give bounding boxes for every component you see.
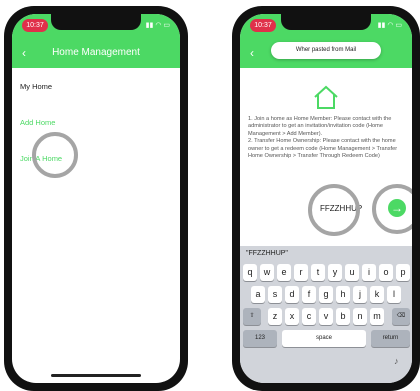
back-arrow-icon[interactable]: ‹: [22, 38, 26, 68]
key-s[interactable]: s: [268, 286, 282, 303]
left-phone: 10:37 ▮▮ ◠ ▭ ‹ Home Management My Home A…: [4, 6, 188, 391]
backspace-icon: ⌫: [396, 313, 406, 319]
right-phone: 10:37 ▮▮ ◠ ▭ ‹ Wher pasted from Mail 1. …: [232, 6, 420, 391]
status-bar: 10:37 ▮▮ ◠ ▭: [240, 14, 412, 38]
status-time: 10:37: [250, 19, 276, 32]
key-y[interactable]: y: [328, 264, 342, 281]
key-q[interactable]: q: [243, 264, 257, 281]
left-screen: 10:37 ▮▮ ◠ ▭ ‹ Home Management My Home A…: [12, 14, 180, 383]
page-title: Home Management: [52, 47, 140, 58]
list-item-my-home[interactable]: My Home: [20, 82, 52, 91]
numbers-key[interactable]: 123: [243, 330, 277, 347]
key-f[interactable]: f: [302, 286, 316, 303]
shift-icon: ⇧: [249, 313, 255, 319]
list-item-add-home[interactable]: Add Home: [20, 118, 55, 127]
key-t[interactable]: t: [311, 264, 325, 281]
key-z[interactable]: z: [268, 308, 282, 325]
keyboard: "FFZZHHUP" q w e r t y u i o p a s d f g…: [240, 246, 412, 383]
notch: [51, 14, 141, 30]
key-g[interactable]: g: [319, 286, 333, 303]
home-indicator: [51, 374, 141, 377]
right-screen: 10:37 ▮▮ ◠ ▭ ‹ Wher pasted from Mail 1. …: [240, 14, 412, 383]
instructions-text: 1. Join a home as Home Member: Please co…: [248, 116, 398, 160]
status-time: 10:37: [22, 19, 48, 32]
notch: [281, 14, 371, 30]
keyboard-suggestion[interactable]: "FFZZHHUP": [246, 250, 288, 257]
house-icon: [314, 85, 338, 109]
key-v[interactable]: v: [319, 308, 333, 325]
return-key[interactable]: return: [371, 330, 410, 347]
key-e[interactable]: e: [277, 264, 291, 281]
key-n[interactable]: n: [353, 308, 367, 325]
highlight-ring-submit: [372, 184, 412, 234]
key-w[interactable]: w: [260, 264, 274, 281]
key-x[interactable]: x: [285, 308, 299, 325]
space-key[interactable]: space: [282, 330, 366, 347]
nav-bar: ‹ Home Management: [12, 38, 180, 68]
key-m[interactable]: m: [370, 308, 384, 325]
highlight-ring: [32, 132, 78, 178]
key-u[interactable]: u: [345, 264, 359, 281]
key-d[interactable]: d: [285, 286, 299, 303]
key-p[interactable]: p: [396, 264, 410, 281]
shift-key[interactable]: ⇧: [243, 308, 261, 325]
key-j[interactable]: j: [353, 286, 367, 303]
signal-wifi-battery-icon: ▮▮ ◠ ▭: [377, 22, 402, 29]
delete-key[interactable]: ⌫: [392, 308, 410, 325]
highlight-ring-code: [308, 184, 360, 236]
key-h[interactable]: h: [336, 286, 350, 303]
key-b[interactable]: b: [336, 308, 350, 325]
key-o[interactable]: o: [379, 264, 393, 281]
paste-toast: Wher pasted from Mail: [271, 42, 381, 59]
microphone-icon[interactable]: ♪: [394, 356, 399, 366]
key-l[interactable]: l: [387, 286, 401, 303]
signal-wifi-battery-icon: ▮▮ ◠ ▭: [145, 22, 170, 29]
key-k[interactable]: k: [370, 286, 384, 303]
key-a[interactable]: a: [251, 286, 265, 303]
key-c[interactable]: c: [302, 308, 316, 325]
key-i[interactable]: i: [362, 264, 376, 281]
status-bar: 10:37 ▮▮ ◠ ▭: [12, 14, 180, 38]
key-r[interactable]: r: [294, 264, 308, 281]
back-arrow-icon[interactable]: ‹: [250, 38, 254, 68]
